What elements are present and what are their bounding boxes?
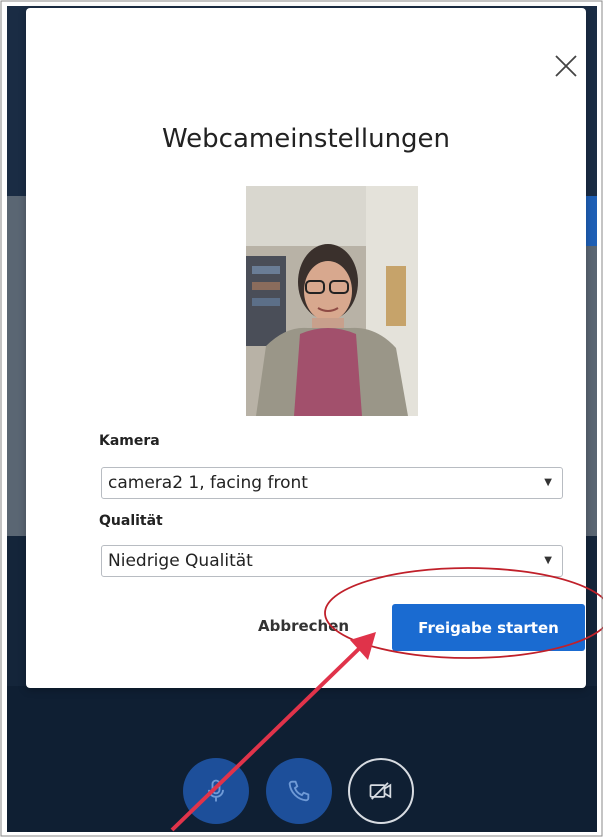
- camera-label: Kamera: [99, 433, 160, 449]
- close-icon[interactable]: [553, 53, 579, 79]
- camera-off-icon: [369, 782, 392, 800]
- start-sharing-button[interactable]: Freigabe starten: [392, 604, 585, 651]
- quality-select[interactable]: Niedrige Qualität ▼: [101, 545, 563, 577]
- phone-button[interactable]: [266, 758, 332, 824]
- camera-toggle-button[interactable]: [348, 758, 414, 824]
- start-sharing-label: Freigabe starten: [418, 618, 559, 637]
- camera-select[interactable]: camera2 1, facing front ▼: [101, 467, 563, 499]
- microphone-icon: [208, 779, 224, 802]
- dialog-title: Webcameinstellungen: [161, 124, 451, 154]
- microphone-button[interactable]: [183, 758, 249, 824]
- phone-icon: [288, 780, 310, 802]
- quality-label: Qualität: [99, 513, 163, 529]
- cancel-button[interactable]: Abbrechen: [258, 617, 349, 635]
- chevron-down-icon: ▼: [544, 477, 552, 488]
- camera-select-value: camera2 1, facing front: [108, 473, 308, 493]
- webcam-settings-dialog: Webcameinstellungen Kamera camera2 1, fa…: [26, 8, 586, 688]
- quality-select-value: Niedrige Qualität: [108, 551, 253, 571]
- webcam-preview: [246, 186, 418, 416]
- chevron-down-icon: ▼: [544, 555, 552, 566]
- webcam-preview-image: [246, 186, 418, 416]
- screenshot-frame: Webcameinstellungen Kamera camera2 1, fa…: [0, 0, 603, 837]
